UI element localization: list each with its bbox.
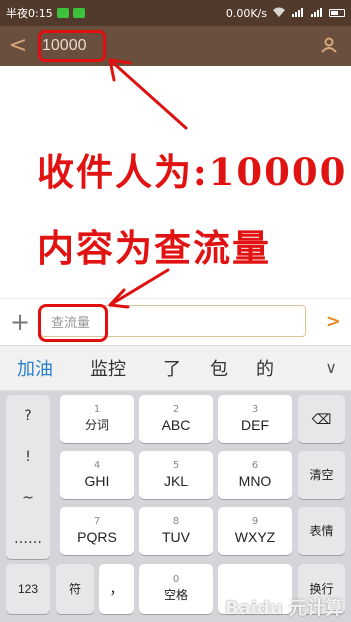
candidate-item[interactable]: 的 [256, 355, 274, 381]
key-label: TUV [162, 529, 190, 545]
key-label: MNO [238, 473, 272, 489]
status-bar: 半夜0:15 0.00K/s [0, 0, 351, 26]
comma-key[interactable]: ， [99, 564, 134, 614]
back-button[interactable]: < [0, 26, 36, 66]
candidate-item[interactable]: 包 [210, 355, 228, 381]
wifi-icon [272, 6, 286, 21]
key-9[interactable]: 9 WXYZ [218, 507, 292, 555]
symbol-key[interactable]: …… [6, 518, 50, 559]
recipient-highlight-box [38, 30, 106, 62]
key-2[interactable]: 2 ABC [139, 395, 213, 443]
key-number: 6 [251, 460, 259, 471]
key-number: 7 [93, 516, 101, 527]
key-label: WXYZ [234, 529, 276, 545]
backspace-icon: ⌫ [311, 411, 332, 427]
emoji-key[interactable]: 表情 [298, 507, 345, 555]
key-number: 4 [93, 460, 101, 471]
space-key[interactable]: 0 空格 [139, 564, 213, 614]
key-number: 2 [172, 404, 180, 415]
key-label: ， [109, 581, 124, 597]
key-6[interactable]: 6 MNO [218, 451, 292, 499]
wechat-icon [56, 8, 69, 18]
key-8[interactable]: 8 TUV [139, 507, 213, 555]
key-label: ABC [161, 417, 191, 433]
key-number: 9 [251, 516, 259, 527]
key-7[interactable]: 7 PQRS [60, 507, 134, 555]
message-list: 收件人为:10000 内容为查流量 [0, 66, 351, 298]
key-label: 123 [17, 582, 39, 596]
status-time: 半夜0:15 [6, 7, 53, 20]
symbol-key[interactable]: ~ [6, 477, 50, 518]
candidate-item[interactable]: 监控 [90, 355, 126, 381]
signal-icon [291, 6, 305, 21]
symbol-key[interactable]: ! [6, 436, 50, 477]
screen: 半夜0:15 0.00K/s < 10000 收件人为:10000 内容为查流量… [0, 0, 351, 622]
input-highlight-box [38, 304, 108, 342]
key-number: 1 [93, 404, 101, 415]
key-label: PQRS [77, 529, 117, 545]
contact-icon[interactable] [319, 35, 339, 55]
plus-icon[interactable]: + [0, 308, 40, 336]
candidate-item[interactable]: 加油 [17, 355, 53, 381]
candidate-bar: 加油 监控 了 包 的 ∨ [0, 345, 351, 391]
send-button[interactable]: > [326, 311, 341, 332]
battery-icon [329, 9, 345, 17]
key-label: 表情 [309, 524, 334, 538]
symbol-key[interactable]: ? [6, 395, 50, 436]
key-label: GHI [84, 473, 110, 489]
network-speed: 0.00K/s [225, 6, 267, 20]
signal2-icon [310, 6, 324, 21]
annotation-line2: 内容为查流量 [37, 226, 271, 270]
annotation-line1: 收件人为:10000 [37, 150, 348, 194]
watermark: Baidu 元计算 [224, 598, 343, 619]
key-number: 5 [172, 460, 180, 471]
key-number: 0 [172, 574, 180, 585]
key-number: 8 [172, 516, 180, 527]
notification-icon [72, 8, 85, 18]
clear-key[interactable]: 清空 [298, 451, 345, 499]
keyboard: ? ! ~ …… 1 分词 2 ABC 3 DEF ⌫ 4 GHI 5 JKL [0, 391, 351, 622]
numeric-switch-key[interactable]: 123 [6, 564, 50, 614]
candidate-item[interactable]: 了 [163, 355, 181, 381]
key-1[interactable]: 1 分词 [60, 395, 134, 443]
key-3[interactable]: 3 DEF [218, 395, 292, 443]
key-4[interactable]: 4 GHI [60, 451, 134, 499]
key-label: 空格 [163, 588, 188, 602]
key-label: 清空 [309, 468, 334, 482]
collapse-keyboard-icon[interactable]: ∨ [325, 358, 337, 377]
symbol-side-panel: ? ! ~ …… [6, 395, 50, 559]
key-number: 3 [251, 404, 259, 415]
key-label: 分词 [84, 418, 109, 432]
key-5[interactable]: 5 JKL [139, 451, 213, 499]
key-label: JKL [163, 473, 189, 489]
symbol-key-main[interactable]: 符 [56, 564, 94, 614]
key-label: 符 [68, 582, 81, 596]
key-label: DEF [241, 417, 269, 433]
backspace-key[interactable]: ⌫ [298, 395, 345, 443]
